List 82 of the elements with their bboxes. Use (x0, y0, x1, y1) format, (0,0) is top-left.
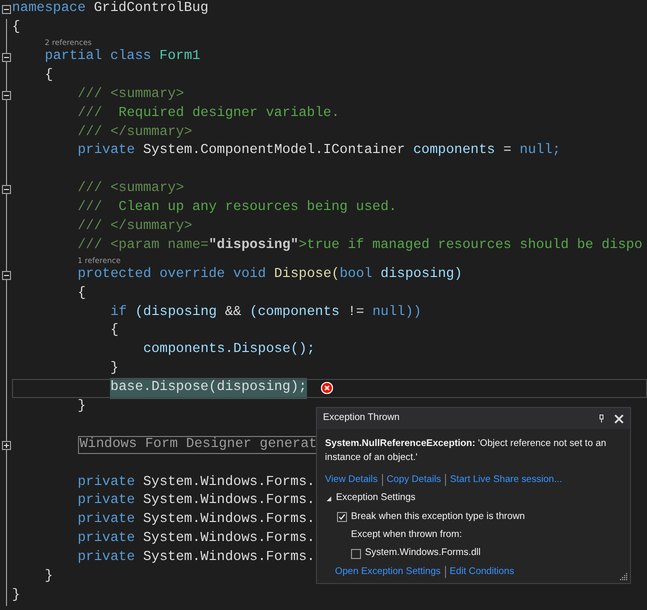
code-token: /// (78, 104, 102, 123)
checkbox-label: System.Windows.Forms.dll (365, 546, 481, 560)
code-token: base.Dispose(disposing); (110, 378, 307, 399)
code-token: System.Windows.Forms. (143, 511, 315, 530)
collapse-icon[interactable] (2, 52, 11, 62)
code-token: Dispose( (274, 266, 340, 284)
expand-triangle-icon[interactable] (325, 494, 332, 502)
code-token: private (78, 142, 135, 160)
code-token: /// (78, 218, 102, 236)
code-token: namespace (12, 0, 86, 18)
expand-icon[interactable] (2, 440, 11, 450)
code-token: System.Windows.Forms. (143, 549, 315, 568)
settings-header: Exception Settings (336, 491, 416, 506)
exception-message: System.NullReferenceException: 'Object reference not set to an instance of an object.' (325, 437, 608, 465)
code-token: { (78, 284, 86, 303)
code-token: { (110, 322, 119, 340)
code-token: { (12, 19, 20, 38)
link-button[interactable]: Open Exception Settings (335, 564, 441, 580)
close-icon[interactable] (614, 414, 624, 424)
collapse-icon[interactable] (2, 184, 11, 194)
code-token: components.Dispose(); (143, 341, 316, 360)
code-token: class (110, 48, 152, 66)
code-token: /// (78, 236, 102, 255)
except-label: Except when thrown from: (351, 528, 463, 542)
code-token: } (44, 568, 53, 586)
code-token: null)) (372, 304, 422, 322)
link-button[interactable]: Copy Details (386, 472, 442, 488)
code-token: System.Windows.Forms. (143, 474, 315, 492)
checkbox-label: Break when this exception type is thrown (351, 510, 525, 524)
code-token: = (503, 142, 512, 160)
link-button[interactable]: View Details (325, 472, 378, 488)
code-token: && (225, 304, 242, 322)
code-token: bool (340, 266, 372, 284)
collapsed-region[interactable]: Windows Form Designer generat (78, 436, 319, 454)
code-token: /// (78, 86, 102, 104)
code-token: partial (44, 48, 102, 66)
collapse-icon[interactable] (2, 4, 11, 14)
checkbox[interactable] (351, 548, 361, 559)
code-token: <summary> (110, 180, 184, 198)
code-token: private (78, 492, 135, 510)
code-token: disposing) (380, 266, 462, 284)
code-token: { (44, 66, 53, 85)
code-token: Clean up any resources being used. (118, 199, 397, 218)
code-token: "disposing" (208, 236, 299, 255)
code-token: <summary> (110, 86, 184, 104)
code-token: void (233, 266, 266, 284)
code-token: /// (78, 199, 102, 218)
code-token: private (78, 511, 135, 530)
code-token: (disposing (134, 304, 217, 322)
code-token: private (78, 474, 135, 492)
code-token: } (110, 360, 119, 378)
code-token: } (78, 398, 86, 416)
link-button[interactable]: Edit Conditions (450, 564, 514, 580)
checkbox[interactable] (337, 512, 347, 522)
code-token: protected (78, 266, 152, 284)
code-token: System.ComponentModel.IContainer (143, 142, 406, 160)
code-token: GridControlBug (94, 0, 208, 18)
code-token: != (348, 304, 364, 322)
code-token: <param name= (110, 236, 209, 255)
code-token: } (12, 586, 20, 605)
code-token: >true if managed resources should be dispo (298, 236, 642, 255)
code-token: private (78, 549, 135, 568)
code-token: /// (78, 180, 102, 198)
collapse-icon[interactable] (2, 270, 11, 280)
code-token: null; (520, 142, 561, 160)
pin-icon[interactable] (597, 414, 606, 423)
code-token: if (110, 304, 127, 322)
code-token: override (159, 266, 225, 284)
code-token: </summary> (110, 218, 192, 236)
code-token: Required designer variable. (118, 104, 340, 123)
code-token: </summary> (110, 124, 192, 142)
code-token: /// (78, 124, 102, 142)
resize-grip-icon[interactable] (619, 572, 628, 582)
link-button[interactable]: Start Live Share session... (450, 472, 562, 488)
code-token: Form1 (159, 48, 200, 66)
collapse-icon[interactable] (2, 90, 11, 100)
popup-title: Exception Thrown (323, 411, 401, 426)
code-token: System.Windows.Forms. (143, 530, 315, 548)
code-token: components (413, 142, 496, 160)
code-token: private (78, 530, 135, 548)
code-token: (components (250, 304, 340, 322)
code-token: System.Windows.Forms. (143, 492, 315, 510)
